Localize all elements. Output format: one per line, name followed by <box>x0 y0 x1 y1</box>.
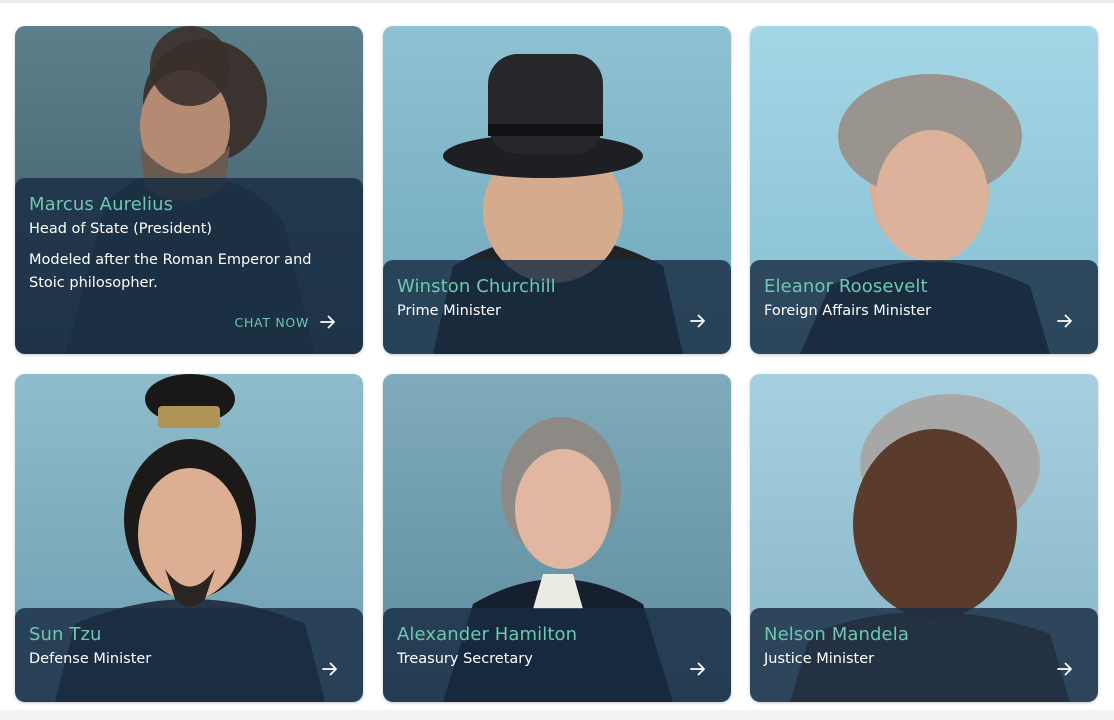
card-sun-tzu[interactable]: Sun Tzu Defense Minister <box>15 374 363 702</box>
person-name: Marcus Aurelius <box>29 194 174 215</box>
info-panel: Sun Tzu Defense Minister <box>15 608 363 702</box>
person-description: Modeled after the Roman Emperor and Stoi… <box>29 252 312 291</box>
person-role: Foreign Affairs Minister <box>764 303 932 319</box>
card-nelson-mandela[interactable]: Nelson Mandela Justice Minister <box>750 374 1098 702</box>
person-name: Nelson Mandela <box>764 624 909 645</box>
person-role: Head of State (President) <box>29 221 213 237</box>
chat-now-label: CHAT NOW <box>234 314 309 330</box>
arrow-right-icon <box>320 315 335 329</box>
bottom-divider <box>0 710 1114 720</box>
person-name: Sun Tzu <box>29 624 102 645</box>
arrow-right-icon[interactable] <box>689 312 707 330</box>
info-panel: Alexander Hamilton Treasury Secretary <box>383 608 731 702</box>
info-panel: Winston Churchill Prime Minister <box>383 260 731 354</box>
info-panel: Eleanor Roosevelt Foreign Affairs Minist… <box>750 260 1098 354</box>
person-name: Winston Churchill <box>397 276 556 297</box>
person-name: Alexander Hamilton <box>397 624 578 645</box>
arrow-right-icon[interactable] <box>1056 660 1074 678</box>
info-panel: Marcus Aurelius Head of State (President… <box>15 178 363 354</box>
person-name: Eleanor Roosevelt <box>764 276 928 297</box>
arrow-right-icon[interactable] <box>1056 312 1074 330</box>
person-role: Justice Minister <box>764 651 875 667</box>
arrow-right-icon[interactable] <box>689 660 707 678</box>
person-role: Treasury Secretary <box>397 651 533 667</box>
card-alexander-hamilton[interactable]: Alexander Hamilton Treasury Secretary <box>383 374 731 702</box>
card-eleanor-roosevelt[interactable]: Eleanor Roosevelt Foreign Affairs Minist… <box>750 26 1098 354</box>
cabinet-grid: Marcus Aurelius Head of State (President… <box>0 0 1114 720</box>
person-role: Prime Minister <box>397 303 502 319</box>
arrow-right-icon[interactable] <box>321 660 339 678</box>
info-panel: Nelson Mandela Justice Minister <box>750 608 1098 702</box>
card-winston-churchill[interactable]: Winston Churchill Prime Minister <box>383 26 731 354</box>
chat-now-button[interactable]: CHAT NOW <box>235 313 337 331</box>
person-role: Defense Minister <box>29 651 152 667</box>
card-marcus-aurelius[interactable]: Marcus Aurelius Head of State (President… <box>15 26 363 354</box>
